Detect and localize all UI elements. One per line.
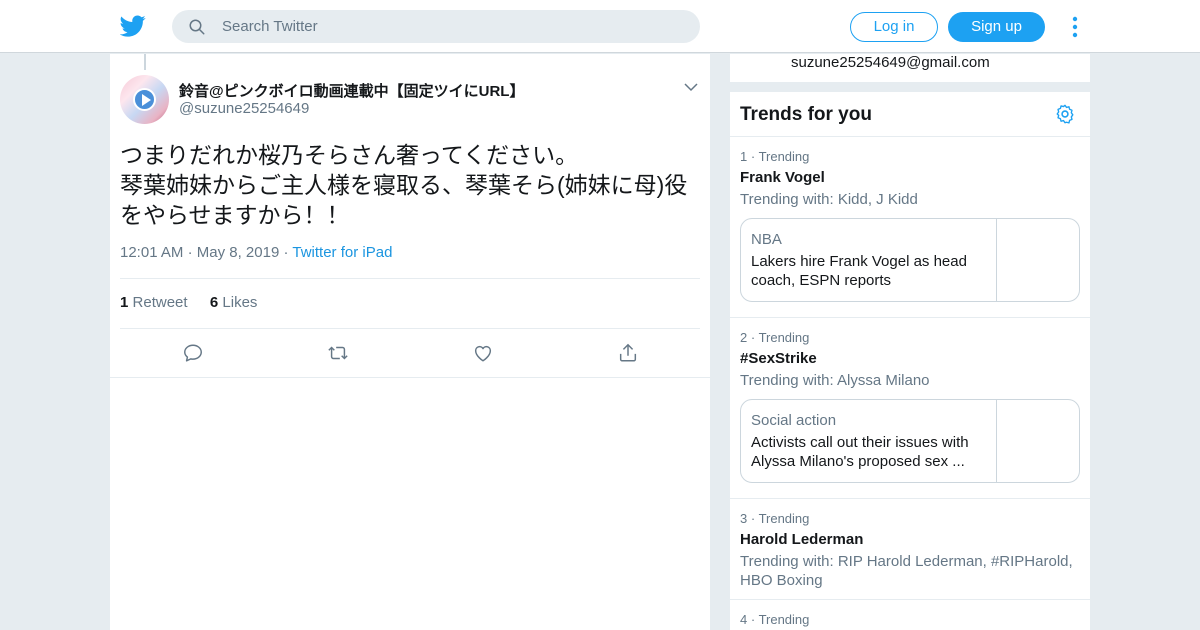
search-input[interactable]: Search Twitter xyxy=(222,18,318,35)
trend-name[interactable]: Harold Lederman xyxy=(740,531,863,548)
profile-email[interactable]: suzune25254649@gmail.com xyxy=(791,54,990,71)
news-card-headline: Lakers hire Frank Vogel as head coach, E… xyxy=(751,253,967,289)
author-display-name[interactable]: 鈴音@ピンクボイロ動画連載中【固定ツイにURL】 xyxy=(179,80,524,101)
trend-label: Trending xyxy=(758,612,810,627)
tweet-timestamp: 12:01 AM · May 8, 2019 · Twitter for iPa… xyxy=(120,244,392,261)
trend-news-card[interactable]: NBA Lakers hire Frank Vogel as head coac… xyxy=(740,218,1080,302)
like-icon[interactable] xyxy=(472,342,494,364)
tweet-time[interactable]: 12:01 AM xyxy=(120,244,183,261)
top-navigation-bar: Search Twitter Log in Sign up xyxy=(0,0,1200,53)
trend-item[interactable]: 3 · Trending Harold Lederman Trending wi… xyxy=(730,499,1090,600)
trend-rank: 3 xyxy=(740,511,748,526)
retweet-icon[interactable] xyxy=(327,342,349,364)
retweet-label: Retweet xyxy=(132,294,188,311)
trend-label: Trending xyxy=(758,330,810,345)
trend-name[interactable]: Frank Vogel xyxy=(740,169,825,186)
search-bar[interactable]: Search Twitter xyxy=(172,10,700,43)
login-button[interactable]: Log in xyxy=(850,12,938,42)
more-options-icon[interactable] xyxy=(1067,14,1083,40)
avatar[interactable] xyxy=(120,75,169,124)
news-card-headline: Activists call out their issues with Aly… xyxy=(751,434,969,470)
trend-item[interactable]: 4 · Trending xyxy=(730,600,1090,630)
trend-meta: 1 · Trending xyxy=(740,149,810,164)
trend-rank: 4 xyxy=(740,612,748,627)
tweet-source-link[interactable]: Twitter for iPad xyxy=(292,244,392,261)
trend-item[interactable]: 1 · Trending Frank Vogel Trending with: … xyxy=(730,137,1090,318)
thread-connector-line xyxy=(144,54,146,70)
separator-dot: · xyxy=(187,244,197,261)
trend-label: Trending xyxy=(758,511,810,526)
trend-meta: 3 · Trending xyxy=(740,511,810,526)
trend-related: Trending with: Kidd, J Kidd xyxy=(740,191,918,208)
trend-related: Trending with: RIP Harold Lederman, #RIP… xyxy=(740,553,1073,589)
trends-header: Trends for you xyxy=(730,92,1090,137)
like-count: 6 xyxy=(209,294,219,311)
gear-icon[interactable] xyxy=(1054,103,1076,125)
chevron-down-icon[interactable] xyxy=(684,82,698,92)
tweet-date[interactable]: May 8, 2019 xyxy=(197,244,280,261)
tweet-detail-panel: 鈴音@ピンクボイロ動画連載中【固定ツイにURL】 @suzune25254649… xyxy=(110,54,710,630)
trend-meta: 4 · Trending xyxy=(740,612,810,627)
trend-name[interactable]: #SexStrike xyxy=(740,350,817,367)
search-icon xyxy=(189,19,205,34)
play-icon xyxy=(133,88,156,111)
divider xyxy=(120,328,700,329)
likes-label: Likes xyxy=(222,294,258,311)
retweet-count: 1 xyxy=(120,294,129,311)
signup-button[interactable]: Sign up xyxy=(948,12,1045,42)
tweet-text: つまりだれか桜乃そらさん奢ってください。 琴葉姉妹からご主人様を寝取る、琴葉そら… xyxy=(120,142,688,228)
trend-meta: 2 · Trending xyxy=(740,330,810,345)
trend-item[interactable]: 2 · Trending #SexStrike Trending with: A… xyxy=(730,318,1090,499)
trends-title: Trends for you xyxy=(740,104,872,125)
trend-related: Trending with: Alyssa Milano xyxy=(740,372,930,389)
news-card-thumbnail-divider xyxy=(996,400,997,482)
share-icon[interactable] xyxy=(617,342,639,364)
trend-rank: 2 xyxy=(740,330,748,345)
author-handle[interactable]: @suzune25254649 xyxy=(179,100,309,117)
retweet-stat[interactable]: 1 Retweet xyxy=(120,294,188,311)
trend-label: Trending xyxy=(758,149,810,164)
news-card-category: Social action xyxy=(751,412,837,429)
likes-stat[interactable]: 6 Likes xyxy=(210,294,258,311)
trend-news-card[interactable]: Social action Activists call out their i… xyxy=(740,399,1080,483)
twitter-bird-icon[interactable] xyxy=(120,13,146,39)
divider xyxy=(120,278,700,279)
reply-icon[interactable] xyxy=(182,342,204,364)
profile-card-fragment: suzune25254649@gmail.com xyxy=(730,54,1090,82)
news-card-category: NBA xyxy=(751,231,782,248)
trend-rank: 1 xyxy=(740,149,748,164)
divider xyxy=(110,377,710,378)
news-card-thumbnail-divider xyxy=(996,219,997,301)
trends-panel: Trends for you 1 · Trending Frank Vogel … xyxy=(730,92,1090,630)
tweet-stats: 1 Retweet 6 Likes xyxy=(120,294,257,311)
